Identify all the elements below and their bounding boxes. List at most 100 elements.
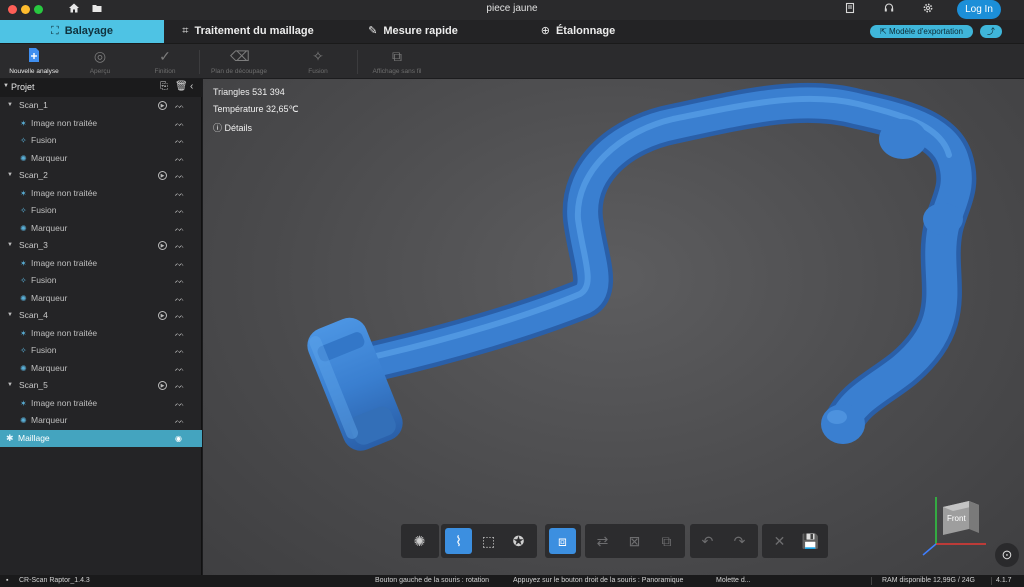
expand-caret-icon[interactable]: ▼ xyxy=(7,237,13,255)
hidden-eye-icon[interactable]: ᨓ xyxy=(175,412,185,430)
tree-row-scan[interactable]: ▼ Scan_5 ▶ ᨓ xyxy=(0,377,202,395)
hidden-eye-icon[interactable]: ᨓ xyxy=(175,272,185,290)
project-tree: ▼ Scan_1 ▶ ᨓ ✶ Image non traitée ᨓ ✧ Fusion ᨓ ✺ Mar… xyxy=(0,97,202,447)
hidden-eye-icon[interactable]: ᨓ xyxy=(175,325,185,343)
play-icon[interactable]: ▶ xyxy=(158,311,167,320)
lighting-icon[interactable]: ✺ xyxy=(406,528,433,554)
wireless-display-button[interactable]: ⧉ Affichage sans fil xyxy=(366,45,428,78)
app-version-label: CR-Scan Raptor_1.4.3 xyxy=(19,577,90,584)
expand-caret-icon[interactable]: ▼ xyxy=(7,97,13,115)
tree-row-child[interactable]: ✺ Marqueur ᨓ xyxy=(0,150,202,168)
finish-button[interactable]: ✓ Finition xyxy=(145,45,185,78)
delete-icon[interactable]: ✕ xyxy=(766,528,793,554)
lasso-select-icon[interactable]: ⌇ xyxy=(445,528,472,554)
connected-select-icon[interactable]: ⧉ xyxy=(653,528,680,554)
tree-row-child[interactable]: ✺ Marqueur ᨓ xyxy=(0,290,202,308)
hidden-eye-icon[interactable]: ᨓ xyxy=(175,342,185,360)
tab-mesure-rapide[interactable]: ✎ Mesure rapide xyxy=(354,20,472,43)
play-icon[interactable]: ▶ xyxy=(158,241,167,250)
hidden-eye-icon[interactable]: ᨓ xyxy=(175,290,185,308)
play-icon[interactable]: ▶ xyxy=(158,101,167,110)
tree-row-scan[interactable]: ▼ Scan_2 ▶ ᨓ xyxy=(0,167,202,185)
tree-row-child[interactable]: ✧ Fusion ᨓ xyxy=(0,272,202,290)
tree-row-child[interactable]: ✶ Image non traitée ᨓ xyxy=(0,185,202,203)
visible-eye-icon[interactable]: ◉ xyxy=(175,430,182,448)
notes-icon[interactable] xyxy=(842,2,858,18)
hidden-eye-icon[interactable]: ᨓ xyxy=(175,395,185,413)
play-icon[interactable]: ▶ xyxy=(158,381,167,390)
hidden-eye-icon[interactable]: ᨓ xyxy=(175,360,185,378)
toolbar-item-label: Nouvelle analyse xyxy=(9,68,59,75)
tree-row-child[interactable]: ✺ Marqueur ᨓ xyxy=(0,360,202,378)
hidden-eye-icon[interactable]: ᨓ xyxy=(175,185,185,203)
tree-row-mesh[interactable]: ✱ Maillage ◉ xyxy=(0,429,202,448)
login-button[interactable]: Log In xyxy=(957,0,1001,19)
import-icon[interactable]: ⎘ xyxy=(160,81,168,92)
tree-row-child[interactable]: ✺ Marqueur ᨓ xyxy=(0,220,202,238)
scanned-mesh-model[interactable] xyxy=(203,79,1024,519)
layer-icon: ✺ xyxy=(20,416,27,425)
hidden-eye-icon[interactable]: ᨓ xyxy=(175,202,185,220)
hidden-eye-icon[interactable]: ᨓ xyxy=(175,97,185,115)
export-model-button[interactable]: ⇱ Modèle d'exportation xyxy=(870,25,973,38)
hidden-eye-icon[interactable]: ᨓ xyxy=(175,307,185,325)
rect-select-icon[interactable]: ⬚ xyxy=(475,528,502,554)
tree-row-scan[interactable]: ▼ Scan_3 ▶ ᨓ xyxy=(0,237,202,255)
tree-row-child[interactable]: ✺ Marqueur ᨓ xyxy=(0,412,202,430)
tree-row-child[interactable]: ✶ Image non traitée ᨓ xyxy=(0,325,202,343)
trash-icon[interactable]: 🗑 xyxy=(175,81,188,92)
ruler-icon: ✎ xyxy=(368,25,378,37)
new-scan-button[interactable]: Nouvelle analyse xyxy=(6,45,62,78)
tree-row-child[interactable]: ✧ Fusion ᨓ xyxy=(0,342,202,360)
layer-icon: ✶ xyxy=(20,258,27,268)
headset-support-icon[interactable] xyxy=(881,2,897,18)
layer-name: Image non traitée xyxy=(31,187,98,198)
collapse-caret-icon[interactable]: ▼ xyxy=(3,83,9,89)
layer-name: Image non traitée xyxy=(31,397,98,408)
hidden-eye-icon[interactable]: ᨓ xyxy=(175,220,185,238)
preview-button[interactable]: ◎ Aperçu xyxy=(78,45,122,78)
expand-caret-icon[interactable]: ▼ xyxy=(7,377,13,395)
undo-icon[interactable]: ↶ xyxy=(694,528,721,554)
tree-row-scan[interactable]: ▼ Scan_1 ▶ ᨓ xyxy=(0,97,202,115)
tree-row-child[interactable]: ✧ Fusion ᨓ xyxy=(0,132,202,150)
deselect-icon[interactable]: ⊠ xyxy=(621,528,648,554)
tree-row-child[interactable]: ✶ Image non traitée ᨓ xyxy=(0,255,202,273)
3d-viewport[interactable]: Triangles 531 394 Température 32,65℃ ⓘ D… xyxy=(203,79,1024,575)
tree-row-child[interactable]: ✧ Fusion ᨓ xyxy=(0,202,202,220)
undo-redo-group: ↶ ↷ xyxy=(690,524,758,558)
hidden-eye-icon[interactable]: ᨓ xyxy=(175,377,185,395)
tree-row-child[interactable]: ✶ Image non traitée ᨓ xyxy=(0,395,202,413)
tab-traitement-maillage[interactable]: ⌗ Traitement du maillage xyxy=(164,20,332,43)
tab-etalonnage[interactable]: ⊕ Étalonnage xyxy=(526,20,630,43)
export-model-label: Modèle d'exportation xyxy=(888,27,963,36)
tab-balayage[interactable]: ⛶ Balayage xyxy=(0,20,164,43)
hidden-eye-icon[interactable]: ᨓ xyxy=(175,132,185,150)
expand-caret-icon[interactable]: ▼ xyxy=(7,167,13,185)
settings-gear-icon[interactable] xyxy=(920,2,936,18)
orientation-cube[interactable]: Front xyxy=(921,489,991,559)
redo-icon[interactable]: ↷ xyxy=(726,528,753,554)
invert-selection-icon[interactable]: ⇄ xyxy=(589,528,616,554)
layer-icon: ✶ xyxy=(20,188,27,198)
hidden-eye-icon[interactable]: ᨓ xyxy=(175,237,185,255)
tree-row-child[interactable]: ✶ Image non traitée ᨓ xyxy=(0,115,202,133)
play-icon[interactable]: ▶ xyxy=(158,171,167,180)
hidden-eye-icon[interactable]: ᨓ xyxy=(175,150,185,168)
fusion-button[interactable]: ✧ Fusion xyxy=(300,45,336,78)
collapse-panel-icon[interactable]: ‹ xyxy=(190,81,193,92)
brush-select-icon[interactable]: ✪ xyxy=(505,528,532,554)
expand-caret-icon[interactable]: ▼ xyxy=(7,307,13,325)
share-button[interactable]: ⤴ xyxy=(980,25,1002,38)
hidden-eye-icon[interactable]: ᨓ xyxy=(175,255,185,273)
save-icon[interactable]: 💾 xyxy=(797,528,824,554)
view-reset-icon[interactable]: ⊙ xyxy=(995,543,1019,567)
cut-plane-button[interactable]: ⌫ Plan de découpage xyxy=(206,45,272,78)
select-all-icon[interactable]: ⧈ xyxy=(549,528,576,554)
layer-icon: ✶ xyxy=(20,398,27,408)
ram-available: RAM disponible 12,99G / 24G xyxy=(882,577,975,584)
hidden-eye-icon[interactable]: ᨓ xyxy=(175,167,185,185)
orientation-face-label: Front xyxy=(947,514,966,523)
hidden-eye-icon[interactable]: ᨓ xyxy=(175,115,185,133)
tree-row-scan[interactable]: ▼ Scan_4 ▶ ᨓ xyxy=(0,307,202,325)
